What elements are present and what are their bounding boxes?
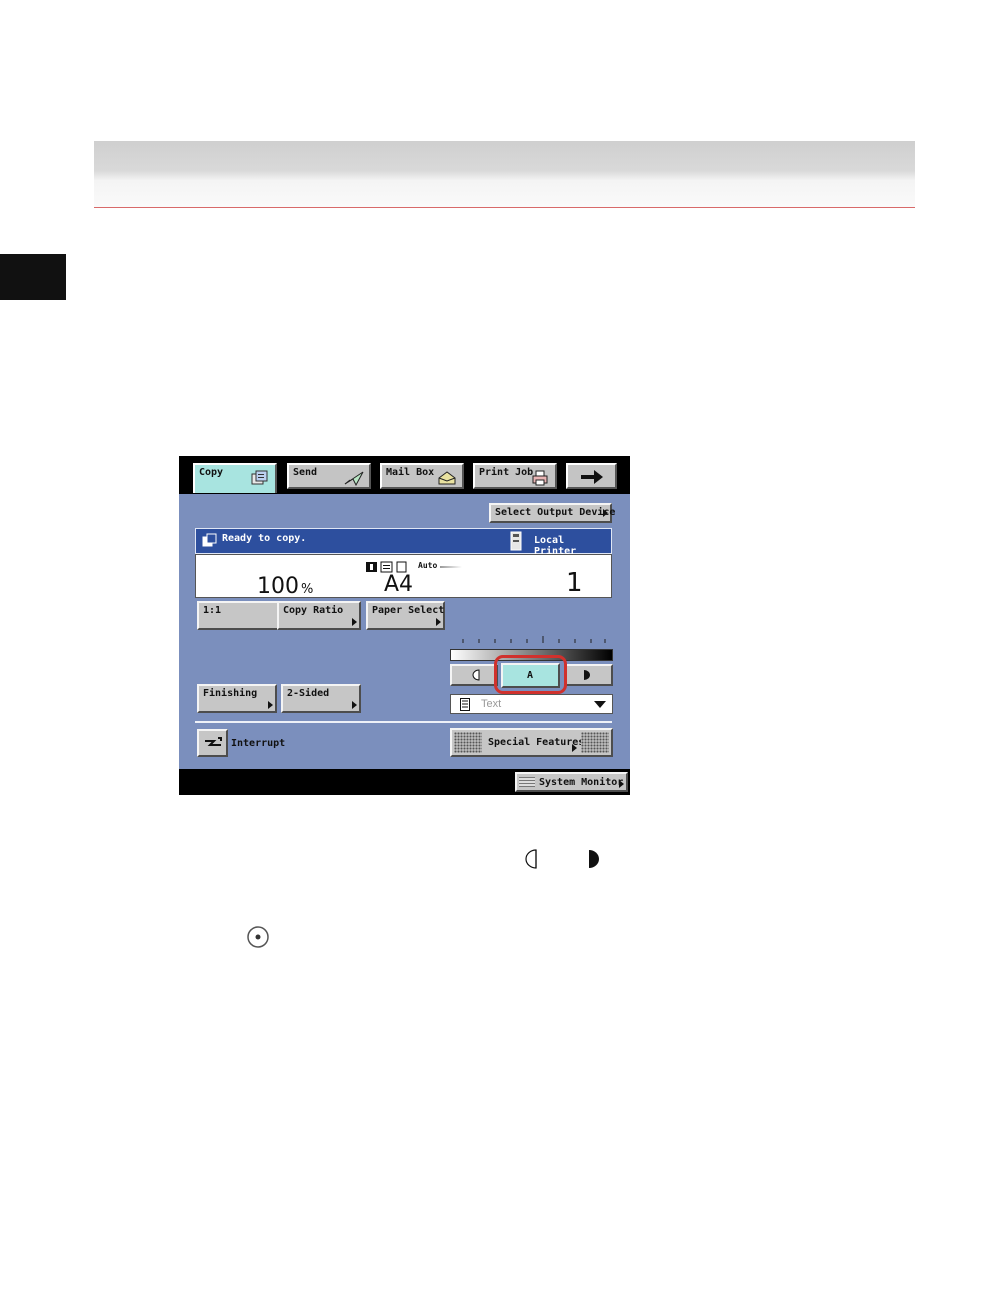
tab-copy-label: Copy: [199, 467, 224, 478]
send-icon: [344, 471, 364, 486]
system-monitor-button[interactable]: System Monitor: [515, 772, 628, 792]
copy-status-icon: [202, 533, 217, 547]
copy-ratio-label: Copy Ratio: [283, 605, 344, 616]
image-type-select[interactable]: Text: [450, 694, 613, 714]
header-rule: [94, 207, 915, 208]
lighter-icon: [472, 669, 480, 681]
chapter-header-band: [94, 141, 915, 207]
special-features-button[interactable]: Special Features: [450, 728, 613, 757]
paper-select-label: Paper Select: [372, 605, 445, 616]
two-sided-button[interactable]: 2-Sided: [281, 684, 361, 713]
tab-print-job[interactable]: Print Job: [473, 463, 557, 489]
arrow-icon: [436, 618, 441, 626]
darker-button[interactable]: [565, 664, 613, 686]
paper-size: A4: [384, 572, 414, 597]
interrupt-button[interactable]: [197, 729, 228, 757]
copy-ratio-unit: %: [301, 582, 314, 597]
system-monitor-label: System Monitor: [539, 777, 624, 788]
lighter-button[interactable]: [450, 664, 498, 686]
copy-ratio-value: 100: [257, 574, 299, 599]
next-tabs-button[interactable]: [566, 463, 617, 489]
chapter-side-tab: [0, 254, 66, 300]
text-original-icon: [460, 698, 470, 711]
copier-touch-panel: Copy Send Mail Box Print Job Select Outp…: [179, 456, 630, 795]
arrow-icon: [619, 780, 624, 788]
copy-ratio-button[interactable]: Copy Ratio: [277, 601, 361, 630]
ok-key-icon: [247, 926, 269, 948]
select-output-device-button[interactable]: Select Output Device: [489, 503, 616, 523]
arrow-icon: [352, 701, 357, 709]
copy-settings-display: 100 % Auto A4 1: [195, 554, 612, 599]
tab-print-job-label: Print Job: [479, 467, 534, 478]
one-to-one-button[interactable]: 1:1: [197, 601, 279, 630]
interrupt-icon: [205, 737, 222, 746]
darker-icon: [589, 850, 599, 868]
darker-icon: [584, 670, 590, 680]
tab-send-label: Send: [293, 467, 318, 478]
arrow-icon: [572, 744, 577, 752]
paper-mode-rule: [440, 566, 462, 568]
select-output-device-label: Select Output Device: [495, 507, 616, 518]
tab-copy[interactable]: Copy: [193, 463, 277, 493]
special-features-label: Special Features: [488, 737, 585, 748]
lighter-icon: [525, 849, 537, 869]
copy-quantity: 1: [566, 568, 583, 598]
tab-mail-box-label: Mail Box: [386, 467, 435, 478]
paper-select-button[interactable]: Paper Select: [366, 601, 445, 630]
image-type-value: Text: [481, 698, 502, 710]
tab-send[interactable]: Send: [287, 463, 371, 489]
arrow-right-icon: [581, 470, 603, 484]
density-scale-ticks: [462, 636, 606, 643]
printer-icon: [532, 470, 548, 486]
tab-mail-box[interactable]: Mail Box: [380, 463, 464, 489]
pattern-icon: [581, 732, 609, 753]
local-printer-icon: [510, 531, 522, 551]
status-bar: Ready to copy. Local Printer: [195, 528, 612, 557]
pattern-icon: [454, 732, 482, 753]
copy-icon: [251, 470, 268, 485]
two-sided-label: 2-Sided: [287, 688, 330, 699]
finishing-button[interactable]: Finishing: [197, 684, 277, 713]
one-to-one-label: 1:1: [203, 605, 222, 616]
paper-mode: Auto: [418, 561, 438, 570]
status-message: Ready to copy.: [222, 533, 307, 544]
arrow-icon: [352, 618, 357, 626]
arrow-icon: [268, 701, 273, 709]
panel-divider: [195, 721, 612, 723]
arrow-icon: [603, 509, 608, 517]
highlight-ring: [494, 655, 567, 694]
dropdown-arrow-icon: [594, 701, 606, 708]
interrupt-label: Interrupt: [231, 738, 286, 749]
monitor-lines-icon: [519, 777, 535, 787]
mailbox-icon: [438, 471, 456, 485]
finishing-label: Finishing: [203, 688, 258, 699]
